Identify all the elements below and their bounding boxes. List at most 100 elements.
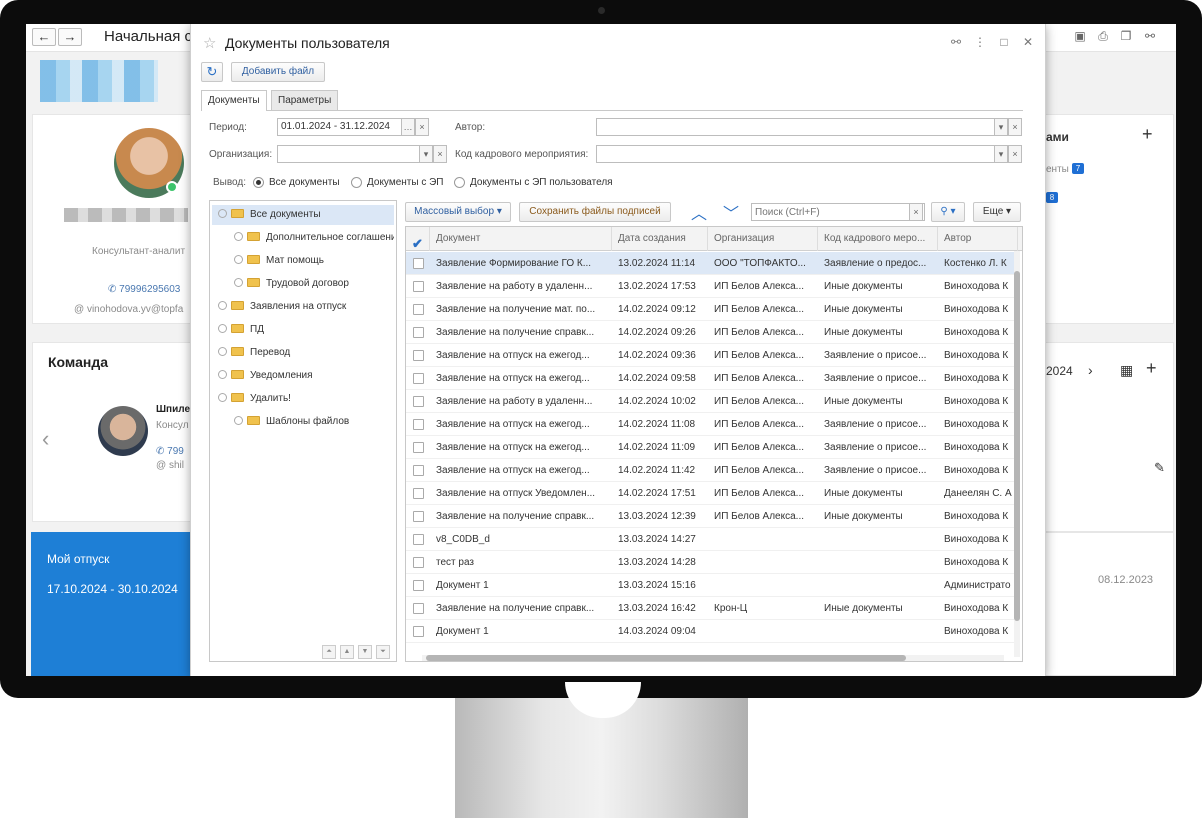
hr-code-field[interactable]: ▾ × — [596, 145, 1022, 163]
tree-nav-up[interactable]: ▲ — [340, 645, 354, 659]
tree-expander-icon[interactable] — [218, 300, 227, 310]
row-checkbox[interactable] — [413, 488, 424, 499]
organization-field[interactable]: ▾ × — [277, 145, 447, 163]
column-author[interactable]: Автор — [938, 227, 1018, 251]
table-row[interactable]: Документ 1 14.03.2024 09:04 Виноходова К — [406, 620, 1016, 643]
link-icon[interactable]: ⚯ — [949, 35, 963, 49]
move-up-icon[interactable]: ︿ — [691, 200, 707, 224]
link-icon[interactable]: ⚯ — [1142, 28, 1158, 44]
table-row[interactable]: Заявление Формирование ГО К... 13.02.2024… — [406, 252, 1016, 275]
favorite-star-icon[interactable]: ☆ — [203, 34, 216, 52]
column-document[interactable]: Документ — [430, 227, 612, 251]
tree-expander-icon[interactable] — [234, 231, 243, 241]
profile-phone[interactable]: ✆ 79996295603 — [108, 284, 180, 295]
column-created-date[interactable]: Дата создания — [612, 227, 708, 251]
author-field[interactable]: ▾ × — [596, 118, 1022, 136]
table-row[interactable]: Заявление на отпуск на ежегод... 14.02.20… — [406, 344, 1016, 367]
table-row[interactable]: Заявление на отпуск на ежегод... 14.02.20… — [406, 436, 1016, 459]
profile-email[interactable]: @ vinohodova.yv@topfa — [74, 304, 183, 315]
row-checkbox[interactable] — [413, 350, 424, 361]
period-clear-button[interactable]: × — [415, 118, 429, 136]
table-row[interactable]: Заявление на работу в удаленн... 14.02.20… — [406, 390, 1016, 413]
table-row[interactable]: v8_C0DB_d 13.03.2024 14:27 Виноходова К — [406, 528, 1016, 551]
row-checkbox[interactable] — [413, 603, 424, 614]
tree-node[interactable]: Мат помощь — [212, 251, 394, 271]
row-checkbox[interactable] — [413, 534, 424, 545]
add-event-icon[interactable]: + — [1146, 358, 1157, 379]
radio-all-documents-label[interactable]: Все документы — [269, 177, 340, 188]
search-clear-button[interactable]: × — [909, 203, 923, 221]
save-signatures-button[interactable]: Сохранить файлы подписей — [519, 202, 671, 222]
maximize-icon[interactable]: □ — [997, 35, 1011, 49]
horizontal-scrollbar[interactable] — [422, 655, 1004, 661]
mass-select-button[interactable]: Массовый выбор ▾ — [405, 202, 511, 222]
row-checkbox[interactable] — [413, 281, 424, 292]
calendar-icon[interactable]: ▦ — [1120, 362, 1133, 379]
radio-documents-ep-label[interactable]: Документы с ЭП — [367, 177, 443, 188]
tree-nav-last[interactable]: ⏷ — [376, 645, 390, 659]
save-icon[interactable]: ▣ — [1072, 28, 1088, 44]
vertical-scroll-thumb[interactable] — [1014, 271, 1020, 621]
add-icon[interactable]: + — [1142, 124, 1153, 145]
row-checkbox[interactable] — [413, 626, 424, 637]
row-checkbox[interactable] — [413, 580, 424, 591]
author-clear-button[interactable]: × — [1008, 118, 1022, 136]
select-all-column[interactable]: ✔ — [406, 227, 430, 251]
row-checkbox[interactable] — [413, 373, 424, 384]
column-hr-code[interactable]: Код кадрового меро... — [818, 227, 938, 251]
author-dropdown-button[interactable]: ▾ — [994, 118, 1008, 136]
tree-node[interactable]: Удалить! — [212, 389, 394, 409]
move-down-icon[interactable]: ﹀ — [723, 200, 739, 224]
organization-dropdown-button[interactable]: ▾ — [419, 145, 433, 163]
team-member-phone[interactable]: ✆ 799 — [156, 446, 184, 457]
horizontal-scroll-thumb[interactable] — [426, 655, 906, 661]
tab-documents[interactable]: Документы — [201, 90, 267, 111]
chevron-left-icon[interactable]: ‹ — [42, 426, 49, 452]
table-row[interactable]: Заявление на получение справк... 13.03.20… — [406, 505, 1016, 528]
print-icon[interactable]: ⎙ — [1095, 28, 1111, 44]
back-button[interactable]: ← — [32, 28, 56, 46]
team-member-email[interactable]: @ shil — [156, 460, 184, 471]
hr-code-dropdown-button[interactable]: ▾ — [994, 145, 1008, 163]
tree-expander-icon[interactable] — [218, 323, 227, 333]
radio-documents-ep-user[interactable] — [454, 177, 465, 188]
close-icon[interactable]: ✕ — [1021, 35, 1035, 49]
table-row[interactable]: Заявление на отпуск на ежегод... 14.02.20… — [406, 459, 1016, 482]
radio-all-documents[interactable] — [253, 177, 264, 188]
row-checkbox[interactable] — [413, 511, 424, 522]
row-checkbox[interactable] — [413, 557, 424, 568]
vacation-card[interactable]: Мой отпуск 17.10.2024 - 30.10.2024 — [31, 532, 191, 676]
search-button[interactable]: ⚲ ▾ — [931, 202, 965, 222]
table-row[interactable]: Заявление на получение справк... 14.02.20… — [406, 321, 1016, 344]
tree-expander-icon[interactable] — [218, 346, 227, 356]
radio-documents-ep[interactable] — [351, 177, 362, 188]
table-row[interactable]: Заявление на отпуск на ежегод... 14.02.20… — [406, 367, 1016, 390]
row-checkbox[interactable] — [413, 465, 424, 476]
row-checkbox[interactable] — [413, 442, 424, 453]
tree-node[interactable]: Уведомления — [212, 366, 394, 386]
table-row[interactable]: тест раз 13.03.2024 14:28 Виноходова К — [406, 551, 1016, 574]
search-input[interactable] — [751, 203, 925, 221]
more-vertical-icon[interactable]: ⋮ — [973, 35, 987, 49]
column-organization[interactable]: Организация — [708, 227, 818, 251]
hr-code-clear-button[interactable]: × — [1008, 145, 1022, 163]
period-picker-button[interactable]: … — [401, 118, 415, 136]
table-row[interactable]: Заявление на отпуск на ежегод... 14.02.20… — [406, 413, 1016, 436]
tree-node[interactable]: ПД — [212, 320, 394, 340]
tree-node[interactable]: Заявления на отпуск — [212, 297, 394, 317]
chevron-right-icon[interactable]: › — [1088, 362, 1093, 378]
tab-parameters[interactable]: Параметры — [271, 90, 339, 110]
tree-node[interactable]: Шаблоны файлов — [212, 412, 394, 432]
tree-expander-icon[interactable] — [218, 369, 227, 379]
period-field[interactable]: 01.01.2024 - 31.12.2024 … × — [277, 118, 429, 136]
radio-documents-ep-user-label[interactable]: Документы с ЭП пользователя — [470, 177, 613, 188]
tree-node[interactable]: Дополнительное соглашение — [212, 228, 394, 248]
edit-pencil-icon[interactable]: ✎ — [1154, 460, 1165, 476]
preview-icon[interactable]: ❐ — [1118, 28, 1134, 44]
tree-expander-icon[interactable] — [234, 415, 243, 425]
table-row[interactable]: Заявление на получение мат. по... 14.02.2… — [406, 298, 1016, 321]
tree-node[interactable]: Все документы — [212, 205, 394, 225]
tree-expander-icon[interactable] — [234, 254, 243, 264]
row-checkbox[interactable] — [413, 396, 424, 407]
tree-node[interactable]: Перевод — [212, 343, 394, 363]
